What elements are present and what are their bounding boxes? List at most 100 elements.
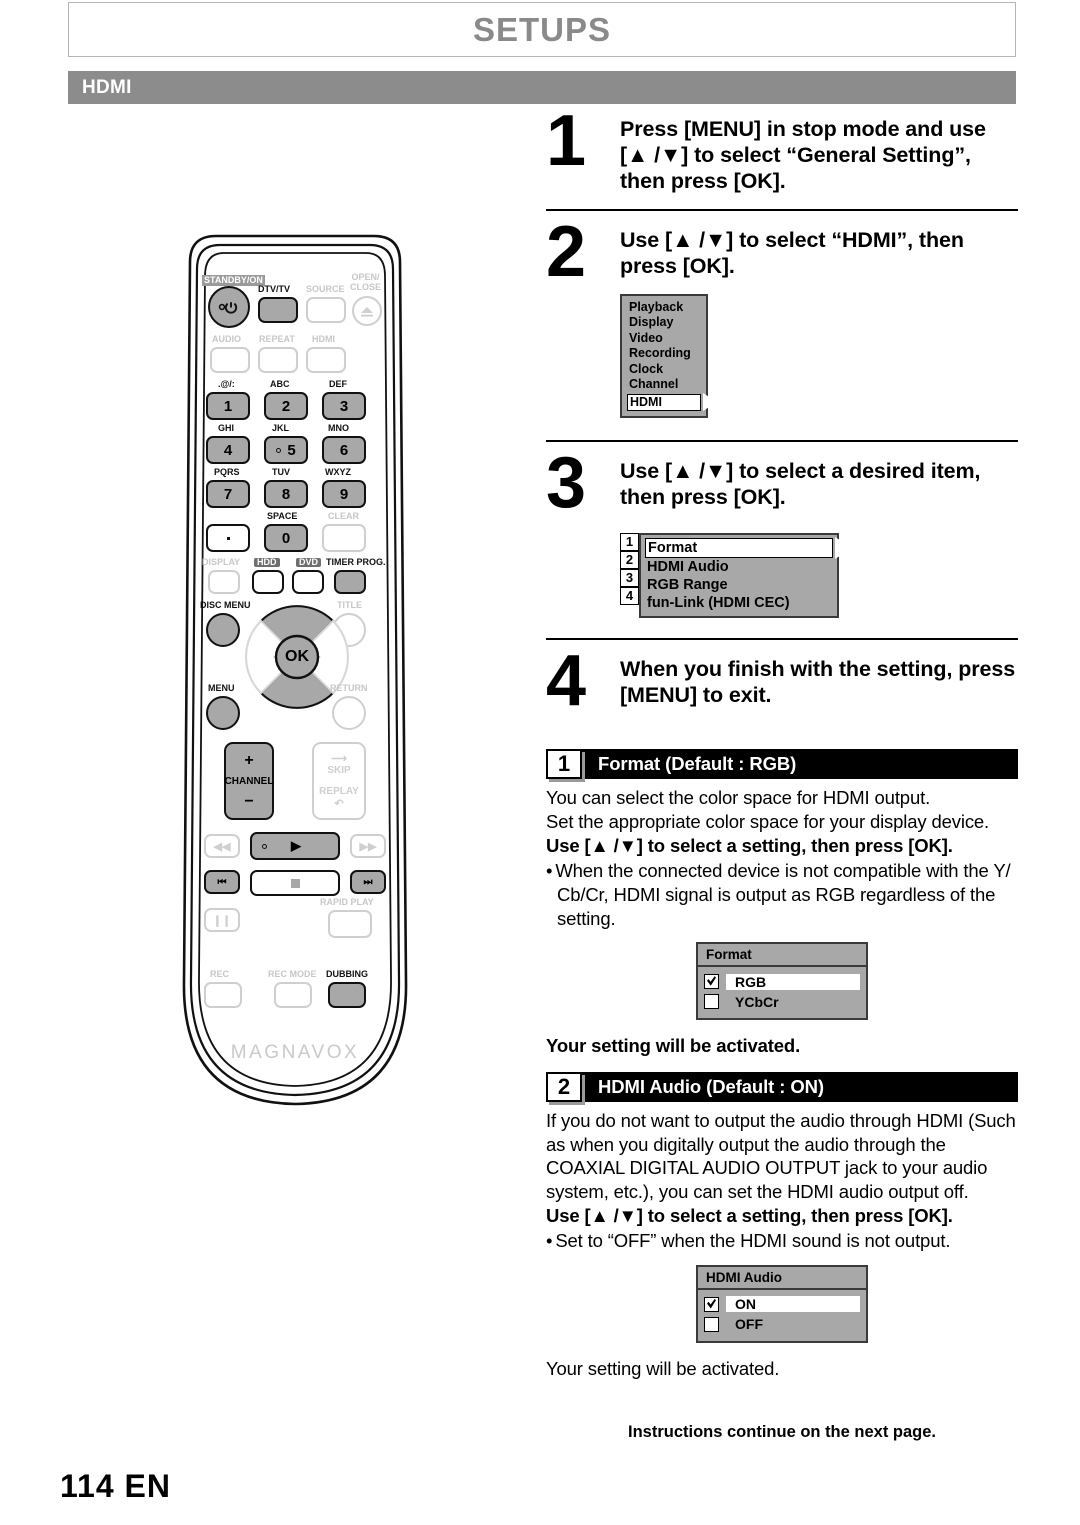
remote-label-dtvtv: DTV/TV — [258, 284, 291, 294]
osd-hdmi-submenu: 1 2 3 4 Format HDMI Audio RGB Range fun-… — [620, 533, 1018, 619]
remote-button-display[interactable] — [208, 570, 240, 594]
remote-label-key3-alpha: DEF — [329, 379, 347, 389]
fast-forward-icon: ▶▶ — [359, 840, 377, 853]
remote-button-8[interactable]: 8 — [264, 480, 308, 508]
format-bold-instruction: Use [▲ /▼] to select a setting, then pre… — [546, 834, 953, 856]
remote-button-audio[interactable] — [210, 347, 250, 373]
osd-item-video[interactable]: Video — [627, 331, 701, 347]
remote-button-stop[interactable] — [250, 870, 340, 896]
remote-label-rec-mode: REC MODE — [268, 969, 317, 979]
subsection-hdmi-audio-header: 2 HDMI Audio (Default : ON) — [546, 1071, 1018, 1102]
hdmi-audio-dialog: HDMI Audio ON OFF — [696, 1264, 868, 1343]
remote-button-play[interactable]: ▶ — [250, 832, 340, 860]
remote-button-2[interactable]: 2 — [264, 392, 308, 420]
subsection-format-header: 1 Format (Default : RGB) — [546, 749, 1018, 780]
remote-label-display: DISPLAY — [202, 557, 241, 567]
remote-button-6[interactable]: 6 — [322, 436, 366, 464]
remote-button-fast-forward[interactable]: ▶▶ — [350, 834, 386, 858]
rewind-icon: ◀◀ — [213, 840, 231, 853]
format-line-1: You can select the color space for HDMI … — [546, 787, 931, 809]
osd-hdmi-item-format-label: Format — [648, 540, 698, 557]
osd-item-display[interactable]: Display — [627, 315, 701, 331]
remote-label-rec: REC — [210, 969, 230, 979]
remote-button-9[interactable]: 9 — [322, 480, 366, 508]
remote-button-5[interactable]: 5 — [264, 436, 308, 464]
format-dialog: Format RGB YCbCr — [696, 942, 868, 1021]
checkbox-checked-icon[interactable] — [704, 974, 719, 990]
remote-label-key8-alpha: TUV — [272, 467, 290, 477]
subsection-hdmi-audio: 2 HDMI Audio (Default : ON) If you do no… — [546, 1071, 1018, 1381]
remote-button-pause[interactable]: ❙❙ — [204, 908, 240, 932]
checkbox-unchecked-icon[interactable] — [704, 994, 719, 1010]
osd-hdmi-item-funlink[interactable]: fun-Link (HDMI CEC) — [645, 594, 833, 612]
remote-button-dubbing[interactable] — [328, 982, 366, 1008]
previous-track-icon: ⏮ — [217, 876, 227, 888]
hdmi-audio-option-off[interactable]: OFF — [704, 1315, 860, 1334]
remote-button-dtv-tv[interactable] — [258, 297, 298, 323]
remote-label-key0-alpha: SPACE — [267, 511, 298, 521]
remote-button-dot[interactable] — [206, 524, 250, 552]
remote-channel-minus: − — [244, 792, 254, 810]
osd-badge-3: 3 — [620, 569, 639, 588]
checkbox-checked-icon[interactable] — [704, 1296, 719, 1312]
osd-item-recording[interactable]: Recording — [627, 346, 701, 362]
remote-button-skip-replay[interactable]: ⟶ SKIP REPLAY ↶ — [312, 742, 366, 820]
remote-button-timer-prog[interactable] — [334, 570, 366, 594]
remote-button-clear[interactable] — [322, 524, 366, 552]
osd-item-hdmi-selected[interactable]: HDMI — [627, 393, 717, 412]
remote-button-channel[interactable]: + CHANNEL − — [224, 742, 274, 820]
remote-label-rapid-play: RAPID PLAY — [320, 897, 374, 907]
hdmi-audio-line-1: If you do not want to output the audio t… — [546, 1109, 1016, 1202]
osd-item-channel[interactable]: Channel — [627, 377, 701, 393]
remote-label-open-close: OPEN/CLOSE — [350, 272, 382, 293]
remote-button-3[interactable]: 3 — [322, 392, 366, 420]
remote-button-7[interactable]: 7 — [206, 480, 250, 508]
page-title: SETUPS — [472, 10, 612, 48]
remote-button-dvd[interactable] — [292, 570, 324, 594]
hdmi-audio-bullet: • Set to “OFF” when the HDMI sound is not… — [546, 1229, 1018, 1253]
hdmi-audio-option-on[interactable]: ON — [704, 1295, 860, 1314]
osd-hdmi-item-rgb-range[interactable]: RGB Range — [645, 576, 833, 594]
remote-button-next[interactable]: ⏭ — [350, 870, 386, 894]
osd-item-playback[interactable]: Playback — [627, 300, 701, 316]
remote-channel-plus: + — [244, 751, 254, 769]
remote-label-dubbing: DUBBING — [326, 969, 368, 979]
remote-button-previous[interactable]: ⏮ — [204, 870, 240, 894]
remote-button-open-close[interactable] — [352, 296, 382, 326]
format-option-ycbcr[interactable]: YCbCr — [704, 992, 860, 1011]
step-2: 2 Use [▲ /▼] to select “HDMI”, then pres… — [546, 216, 1018, 288]
remote-button-standby-on[interactable] — [208, 286, 250, 328]
remote-button-return[interactable] — [332, 696, 366, 730]
osd-hdmi-item-audio[interactable]: HDMI Audio — [645, 558, 833, 576]
remote-dot-icon — [226, 536, 230, 540]
hdmi-audio-bold-instruction: Use [▲ /▼] to select a setting, then pre… — [546, 1204, 953, 1226]
remote-button-rec-mode[interactable] — [274, 982, 312, 1008]
remote-button-0[interactable]: 0 — [264, 524, 308, 552]
osd-item-clock[interactable]: Clock — [627, 362, 701, 378]
remote-button-menu[interactable] — [206, 696, 240, 730]
format-bullet-text: When the connected device is not compati… — [555, 860, 1011, 929]
remote-button-rapid-play[interactable] — [328, 910, 372, 938]
remote-label-timer-prog: TIMER PROG. — [326, 557, 386, 567]
remote-button-4[interactable]: 4 — [206, 436, 250, 464]
remote-button-repeat[interactable] — [258, 347, 298, 373]
osd-hdmi-list: Format HDMI Audio RGB Range fun-Link (HD… — [639, 533, 852, 619]
footnote: Instructions continue on the next page. — [627, 1423, 937, 1441]
steps-column: 1 Press [MENU] in stop mode and use [▲ /… — [546, 105, 1018, 1381]
remote-button-hdmi[interactable] — [306, 347, 346, 373]
checkbox-unchecked-icon[interactable] — [704, 1316, 719, 1332]
osd-hdmi-item-format[interactable]: Format — [645, 537, 852, 560]
remote-button-rec[interactable] — [204, 982, 242, 1008]
remote-button-hdd[interactable] — [252, 570, 284, 594]
remote-button-source[interactable] — [306, 297, 346, 323]
format-bullet: • When the connected device is not compat… — [546, 859, 1018, 930]
format-option-rgb[interactable]: RGB — [704, 972, 860, 991]
power-icon — [218, 302, 238, 314]
remote-button-1[interactable]: 1 — [206, 392, 250, 420]
chevron-right-icon — [835, 537, 852, 560]
subsection-format: 1 Format (Default : RGB) You can select … — [546, 749, 1018, 1058]
step-3: 3 Use [▲ /▼] to select a desired item, t… — [546, 447, 1018, 519]
subsection-hdmi-audio-badge: 2 — [546, 1071, 582, 1102]
remote-button-rewind[interactable]: ◀◀ — [204, 834, 240, 858]
remote-button-disc-menu[interactable] — [206, 613, 240, 647]
